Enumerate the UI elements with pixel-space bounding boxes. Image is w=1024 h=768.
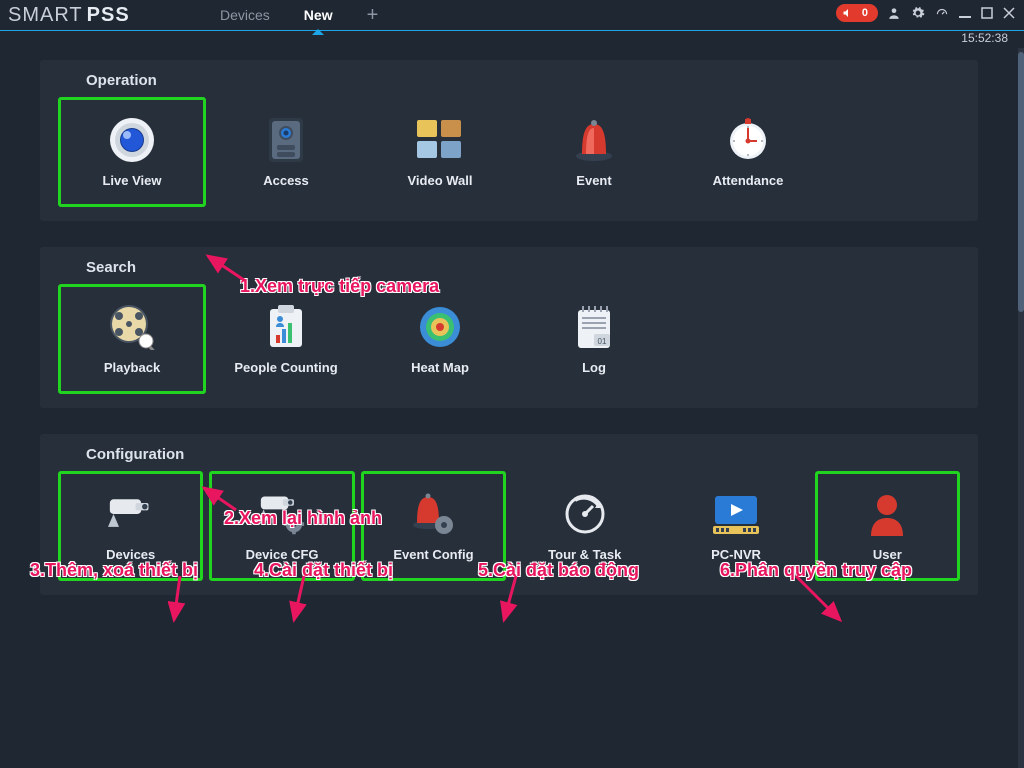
tile-label: People Counting bbox=[234, 360, 337, 375]
tile-user[interactable]: User bbox=[815, 471, 960, 581]
home-panel: Operation Live View Access Video Wall bbox=[0, 48, 1018, 768]
people-counting-icon bbox=[263, 304, 309, 350]
section-title-search: Search bbox=[86, 259, 960, 276]
live-view-icon bbox=[109, 117, 155, 163]
log-icon: 01 bbox=[571, 304, 617, 350]
alert-count: 0 bbox=[862, 7, 868, 19]
section-configuration: Configuration Devices Device CFG Event C… bbox=[40, 434, 978, 595]
tab-new[interactable]: New bbox=[304, 7, 333, 23]
svg-text:01: 01 bbox=[598, 337, 607, 346]
tile-people-counting[interactable]: People Counting bbox=[212, 284, 360, 394]
tile-label: PC-NVR bbox=[711, 547, 761, 562]
title-bar: SMART PSS Devices New + 0 bbox=[0, 0, 1024, 30]
title-right-controls: 0 bbox=[836, 4, 1016, 22]
user-tile-icon bbox=[864, 491, 910, 537]
dashboard-icon[interactable] bbox=[934, 5, 950, 21]
tile-label: Tour & Task bbox=[548, 547, 621, 562]
tile-video-wall[interactable]: Video Wall bbox=[366, 97, 514, 207]
tile-event[interactable]: Event bbox=[520, 97, 668, 207]
minimize-icon[interactable] bbox=[958, 6, 972, 20]
section-search: Search Playback People Counting Heat Map bbox=[40, 247, 978, 408]
time-display: 15:52:38 bbox=[0, 30, 1024, 48]
event-icon bbox=[571, 117, 617, 163]
tile-label: Video Wall bbox=[407, 173, 472, 188]
app-name-a: SMART bbox=[8, 4, 83, 27]
app-title: SMART PSS bbox=[8, 4, 130, 27]
heat-map-icon bbox=[417, 304, 463, 350]
tab-add-button[interactable]: + bbox=[367, 4, 379, 27]
maximize-icon[interactable] bbox=[980, 6, 994, 20]
video-wall-icon bbox=[417, 117, 463, 163]
section-operation: Operation Live View Access Video Wall bbox=[40, 60, 978, 221]
tile-label: Log bbox=[582, 360, 606, 375]
tile-playback[interactable]: Playback bbox=[58, 284, 206, 394]
tile-label: Access bbox=[263, 173, 309, 188]
speaker-icon bbox=[840, 5, 856, 21]
tile-label: Devices bbox=[106, 547, 155, 562]
tab-devices[interactable]: Devices bbox=[220, 7, 270, 23]
tour-task-icon bbox=[562, 491, 608, 537]
tile-live-view[interactable]: Live View bbox=[58, 97, 206, 207]
alert-badge[interactable]: 0 bbox=[836, 4, 878, 22]
section-title-operation: Operation bbox=[86, 72, 960, 89]
event-config-icon bbox=[410, 491, 456, 537]
devices-icon bbox=[108, 491, 154, 537]
tile-label: Device CFG bbox=[246, 547, 319, 562]
tile-label: Event Config bbox=[393, 547, 473, 562]
tile-label: Attendance bbox=[713, 173, 784, 188]
close-icon[interactable] bbox=[1002, 6, 1016, 20]
section-title-configuration: Configuration bbox=[86, 446, 960, 463]
tile-heat-map[interactable]: Heat Map bbox=[366, 284, 514, 394]
tile-label: Playback bbox=[104, 360, 160, 375]
tab-bar: Devices New + bbox=[220, 0, 378, 30]
access-icon bbox=[263, 117, 309, 163]
tile-label: Live View bbox=[102, 173, 161, 188]
tile-access[interactable]: Access bbox=[212, 97, 360, 207]
gear-icon[interactable] bbox=[910, 5, 926, 21]
attendance-icon bbox=[725, 117, 771, 163]
tile-event-config[interactable]: Event Config bbox=[361, 471, 506, 581]
tile-device-cfg[interactable]: Device CFG bbox=[209, 471, 354, 581]
tile-devices[interactable]: Devices bbox=[58, 471, 203, 581]
tile-label: Heat Map bbox=[411, 360, 469, 375]
tile-log[interactable]: 01 Log bbox=[520, 284, 668, 394]
scrollbar[interactable] bbox=[1018, 48, 1024, 768]
device-cfg-icon bbox=[259, 491, 305, 537]
app-name-b: PSS bbox=[87, 4, 130, 27]
tile-tour-task[interactable]: Tour & Task bbox=[512, 471, 657, 581]
tile-label: User bbox=[873, 547, 902, 562]
playback-icon bbox=[109, 304, 155, 350]
tile-attendance[interactable]: Attendance bbox=[674, 97, 822, 207]
tile-pc-nvr[interactable]: PC-NVR bbox=[663, 471, 808, 581]
user-icon[interactable] bbox=[886, 5, 902, 21]
tile-label: Event bbox=[576, 173, 611, 188]
pc-nvr-icon bbox=[713, 491, 759, 537]
